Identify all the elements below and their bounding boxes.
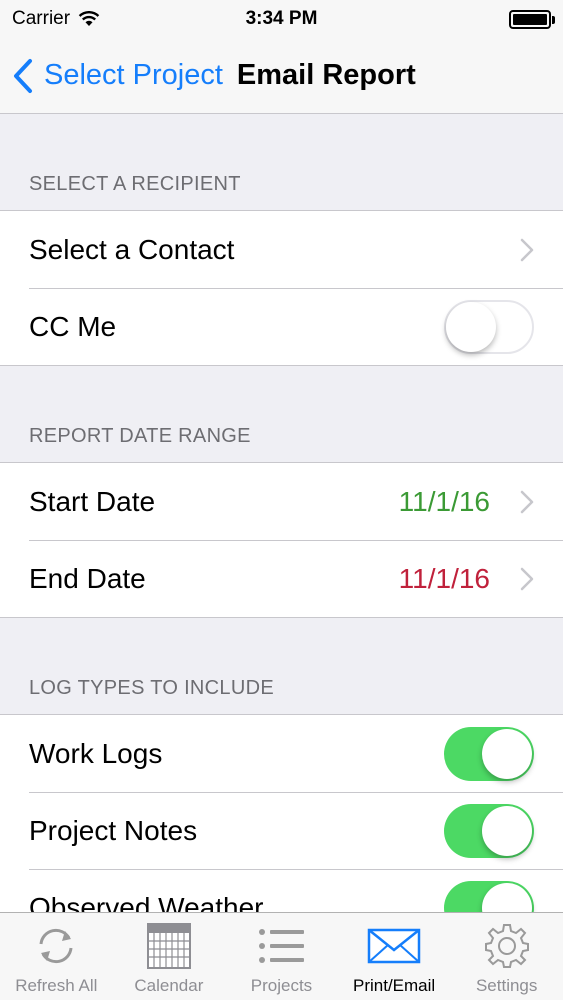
envelope-icon bbox=[367, 928, 421, 964]
start-date-row[interactable]: Start Date 11/1/16 bbox=[0, 463, 563, 540]
battery-icon bbox=[509, 9, 555, 29]
select-contact-label: Select a Contact bbox=[29, 233, 235, 265]
status-bar: Carrier 3:34 PM bbox=[0, 0, 563, 38]
section-header-date-range: REPORT DATE RANGE bbox=[29, 425, 251, 447]
settings-table[interactable]: SELECT A RECIPIENT Select a Contact CC M… bbox=[0, 114, 563, 912]
observed-weather-toggle[interactable] bbox=[444, 880, 534, 912]
carrier-label: Carrier bbox=[12, 8, 71, 29]
end-date-row[interactable]: End Date 11/1/16 bbox=[0, 540, 563, 617]
wifi-icon bbox=[78, 11, 100, 26]
work-logs-row: Work Logs bbox=[0, 715, 563, 792]
section-header-recipient: SELECT A RECIPIENT bbox=[29, 173, 241, 195]
tab-label: Calendar bbox=[134, 976, 204, 995]
work-logs-label: Work Logs bbox=[29, 737, 163, 769]
date-range-group: Start Date 11/1/16 End Date 11/1/16 bbox=[0, 462, 563, 618]
end-date-label: End Date bbox=[29, 562, 146, 594]
select-contact-row[interactable]: Select a Contact bbox=[0, 211, 563, 288]
toggle-knob bbox=[446, 301, 496, 352]
tab-bar: Refresh All Calendar Projects Print/Emai… bbox=[0, 912, 563, 1000]
calendar-icon bbox=[146, 923, 191, 969]
tab-label: Print/Email bbox=[352, 976, 436, 995]
cc-me-toggle[interactable] bbox=[444, 299, 534, 354]
project-notes-toggle[interactable] bbox=[444, 803, 534, 858]
tab-label: Refresh All bbox=[15, 976, 98, 995]
status-left: Carrier bbox=[12, 8, 100, 30]
observed-weather-label: Observed Weather bbox=[29, 891, 264, 913]
chevron-right-icon bbox=[520, 238, 534, 261]
end-date-value: 11/1/16 bbox=[398, 562, 490, 594]
start-date-label: Start Date bbox=[29, 485, 156, 517]
toggle-knob bbox=[482, 882, 532, 912]
back-button[interactable]: Select Project bbox=[0, 58, 223, 94]
tab-label: Settings bbox=[475, 976, 538, 995]
tab-label: Projects bbox=[250, 976, 313, 995]
chevron-right-icon bbox=[520, 490, 534, 513]
page-title: Email Report bbox=[236, 59, 416, 91]
section-header-log-types: LOG TYPES TO INCLUDE bbox=[29, 677, 274, 699]
project-notes-label: Project Notes bbox=[29, 814, 198, 846]
refresh-icon bbox=[39, 928, 73, 964]
start-date-value: 11/1/16 bbox=[398, 485, 490, 517]
project-notes-row: Project Notes bbox=[0, 792, 563, 869]
cc-me-row: CC Me bbox=[0, 288, 563, 365]
observed-weather-row: Observed Weather bbox=[0, 869, 563, 912]
tab-refresh-all[interactable]: Refresh All bbox=[0, 913, 113, 1000]
chevron-left-icon bbox=[14, 58, 32, 93]
log-types-group: Work Logs Project Notes Observed Weather bbox=[0, 714, 563, 912]
gear-icon bbox=[484, 924, 529, 968]
chevron-right-icon bbox=[520, 567, 534, 590]
tab-print-email[interactable]: Print/Email bbox=[338, 913, 451, 1000]
work-logs-toggle[interactable] bbox=[444, 726, 534, 781]
list-icon bbox=[259, 929, 305, 963]
back-button-label: Select Project bbox=[44, 59, 223, 91]
toggle-knob bbox=[482, 728, 532, 779]
tab-calendar[interactable]: Calendar bbox=[113, 913, 226, 1000]
recipient-group: Select a Contact CC Me bbox=[0, 210, 563, 366]
toggle-knob bbox=[482, 805, 532, 856]
tab-projects[interactable]: Projects bbox=[225, 913, 338, 1000]
tab-settings[interactable]: Settings bbox=[450, 913, 563, 1000]
navigation-bar: Select Project Email Report bbox=[0, 38, 563, 114]
cc-me-label: CC Me bbox=[29, 310, 117, 342]
